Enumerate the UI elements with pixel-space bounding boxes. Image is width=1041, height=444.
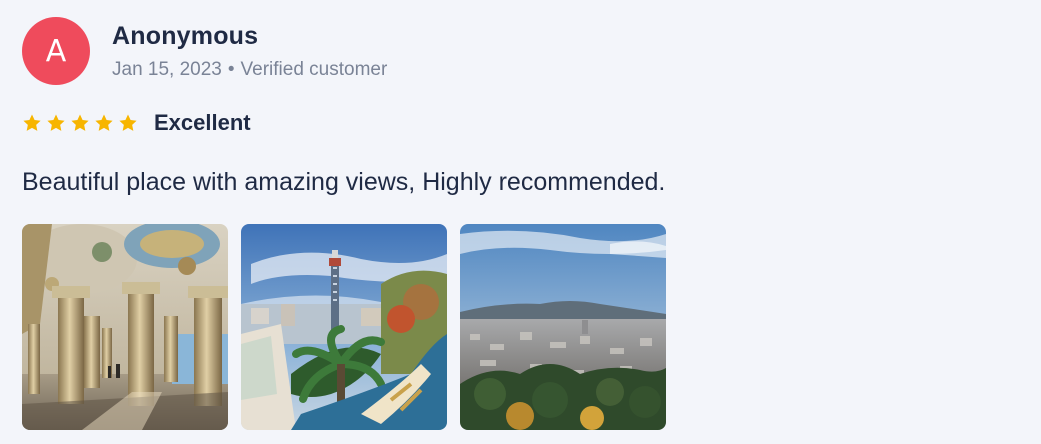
- review-card: A Anonymous Jan 15, 2023 • Verified custom…: [0, 0, 1041, 444]
- tower-view-image: [241, 224, 447, 430]
- star-icon: [119, 114, 137, 131]
- review-meta: Jan 15, 2023 • Verified customer: [112, 59, 387, 81]
- photo-city-panorama[interactable]: [460, 224, 666, 430]
- rating: Excellent: [22, 110, 251, 136]
- review-text: Beautiful place with amazing views, High…: [22, 168, 666, 196]
- star-icon: [47, 114, 65, 131]
- star-icon: [23, 114, 41, 131]
- photo-tower-view[interactable]: [241, 224, 447, 430]
- star-rating: [22, 113, 138, 133]
- verified-badge: Verified customer: [240, 59, 388, 80]
- avatar: A: [22, 17, 90, 85]
- city-panorama-image: [460, 224, 666, 430]
- avatar-initial: A: [45, 33, 67, 69]
- photo-gallery: [22, 224, 666, 430]
- photo-colonnade[interactable]: [22, 224, 228, 430]
- rating-label: Excellent: [154, 110, 251, 135]
- star-icon: [95, 114, 113, 131]
- review-date: Jan 15, 2023: [112, 59, 222, 80]
- colonnade-image: [22, 224, 228, 430]
- star-icon: [71, 114, 89, 131]
- author-name: Anonymous: [112, 22, 259, 50]
- meta-separator: •: [227, 59, 235, 80]
